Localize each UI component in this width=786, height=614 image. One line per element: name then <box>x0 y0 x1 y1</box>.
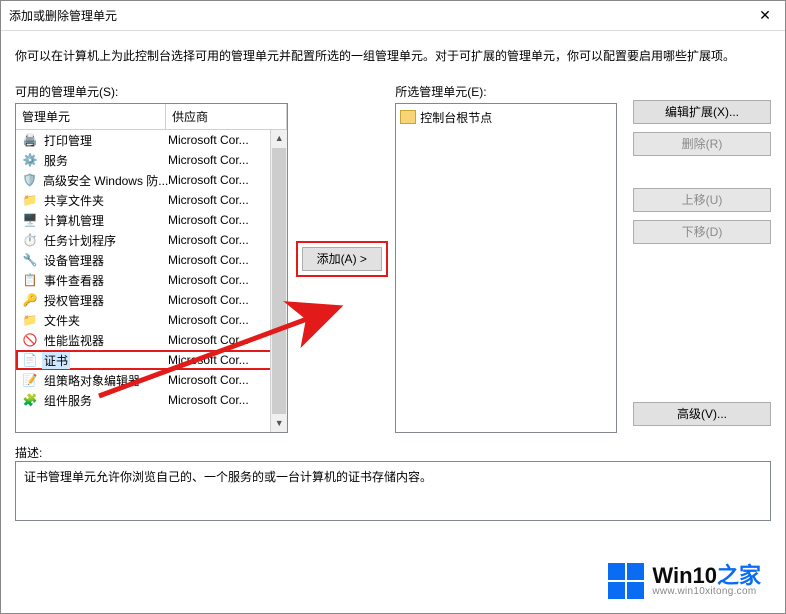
list-item-name: 服务 <box>42 152 70 169</box>
folder-icon: 📁 <box>22 192 38 208</box>
list-item-vendor: Microsoft Cor... <box>168 193 285 207</box>
cert-icon: 📄 <box>22 352 38 368</box>
selected-treeview[interactable]: 控制台根节点 <box>395 103 617 433</box>
gear-icon: ⚙️ <box>22 152 38 168</box>
list-item-vendor: Microsoft Cor... <box>168 233 285 247</box>
list-item[interactable]: 🔑授权管理器 Microsoft Cor... <box>16 290 287 310</box>
list-item[interactable]: 🛡️高级安全 Windows 防...Microsoft Cor... <box>16 170 287 190</box>
available-label: 可用的管理单元(S): <box>15 83 288 100</box>
comp-icon: 🧩 <box>22 392 38 408</box>
tree-root-label: 控制台根节点 <box>420 109 492 126</box>
scroll-up-icon[interactable]: ▲ <box>271 130 287 147</box>
instruction-text: 你可以在计算机上为此控制台选择可用的管理单元并配置所选的一组管理单元。对于可扩展… <box>15 47 771 65</box>
list-item[interactable]: 📄证书 Microsoft Cor... <box>16 350 287 370</box>
close-icon: ✕ <box>759 7 771 24</box>
add-button[interactable]: 添加(A) > <box>302 247 382 271</box>
list-item[interactable]: 🔧设备管理器 Microsoft Cor... <box>16 250 287 270</box>
list-item-vendor: Microsoft Cor... <box>168 373 285 387</box>
scrollbar[interactable]: ▲ ▼ <box>270 130 287 432</box>
close-button[interactable]: ✕ <box>745 1 785 30</box>
perf-icon: 🚫 <box>22 332 38 348</box>
list-item-name: 高级安全 Windows 防... <box>41 172 168 189</box>
move-down-button[interactable]: 下移(D) <box>633 220 771 244</box>
list-item-name: 打印管理 <box>42 132 94 149</box>
list-item-vendor: Microsoft Cor... <box>168 313 285 327</box>
list-item[interactable]: 🖥️计算机管理 Microsoft Cor... <box>16 210 287 230</box>
list-item-vendor: Microsoft Cor... <box>168 353 285 367</box>
list-item-name: 事件查看器 <box>42 272 106 289</box>
window-title: 添加或删除管理单元 <box>9 7 745 24</box>
scroll-down-icon[interactable]: ▼ <box>271 415 287 432</box>
col-vendor[interactable]: 供应商 <box>166 104 287 129</box>
pc-icon: 🖥️ <box>22 212 38 228</box>
list-item[interactable]: 📝组策略对象编辑器 Microsoft Cor... <box>16 370 287 390</box>
list-item-vendor: Microsoft Cor... <box>168 333 285 347</box>
list-item-name: 组策略对象编辑器 <box>42 372 142 389</box>
move-up-button[interactable]: 上移(U) <box>633 188 771 212</box>
watermark-url: www.win10xitong.com <box>652 587 761 598</box>
list-item[interactable]: ⚙️服务 Microsoft Cor... <box>16 150 287 170</box>
titlebar: 添加或删除管理单元 ✕ <box>1 1 785 31</box>
list-item-name: 授权管理器 <box>42 292 106 309</box>
selected-label: 所选管理单元(E): <box>395 83 617 100</box>
advanced-button[interactable]: 高级(V)... <box>633 402 771 426</box>
list-item-name: 性能监视器 <box>42 332 106 349</box>
list-item-vendor: Microsoft Cor... <box>168 273 285 287</box>
watermark-logo-icon <box>608 563 644 599</box>
list-item[interactable]: 🚫性能监视器 Microsoft Cor... <box>16 330 287 350</box>
description-text: 证书管理单元允许你浏览自己的、一个服务的或一台计算机的证书存储内容。 <box>24 470 432 484</box>
printer-icon: 🖨️ <box>22 132 38 148</box>
clock-icon: ⏱️ <box>22 232 38 248</box>
list-item-vendor: Microsoft Cor... <box>168 173 285 187</box>
auth-icon: 🔑 <box>22 292 38 308</box>
list-item[interactable]: 🖨️打印管理 Microsoft Cor... <box>16 130 287 150</box>
list-item[interactable]: 🧩组件服务 Microsoft Cor... <box>16 390 287 410</box>
gpedit-icon: 📝 <box>22 372 38 388</box>
edit-extensions-button[interactable]: 编辑扩展(X)... <box>633 100 771 124</box>
list-item-name: 文件夹 <box>42 312 82 329</box>
list-item-name: 设备管理器 <box>42 252 106 269</box>
col-name[interactable]: 管理单元 <box>16 104 166 129</box>
tree-root[interactable]: 控制台根节点 <box>400 108 612 126</box>
list-item-vendor: Microsoft Cor... <box>168 133 285 147</box>
watermark: Win10之家 www.win10xitong.com <box>608 563 761 599</box>
list-item-vendor: Microsoft Cor... <box>168 153 285 167</box>
lv-header: 管理单元 供应商 <box>16 104 287 130</box>
list-item-name: 共享文件夹 <box>42 192 106 209</box>
watermark-brand-post: 之家 <box>717 563 761 588</box>
add-button-label: 添加(A) > <box>317 252 367 266</box>
list-item-vendor: Microsoft Cor... <box>168 213 285 227</box>
description-label: 描述: <box>15 444 771 461</box>
list-item[interactable]: 📁共享文件夹 Microsoft Cor... <box>16 190 287 210</box>
list-item[interactable]: ⏱️任务计划程序 Microsoft Cor... <box>16 230 287 250</box>
list-item[interactable]: 📋事件查看器 Microsoft Cor... <box>16 270 287 290</box>
folder-icon <box>400 110 416 124</box>
watermark-brand-pre: Win10 <box>652 563 717 588</box>
list-item-vendor: Microsoft Cor... <box>168 253 285 267</box>
list-item-vendor: Microsoft Cor... <box>168 293 285 307</box>
event-icon: 📋 <box>22 272 38 288</box>
description-box: 证书管理单元允许你浏览自己的、一个服务的或一台计算机的证书存储内容。 <box>15 461 771 521</box>
list-item-name: 证书 <box>42 352 70 369</box>
folder-icon: 📁 <box>22 312 38 328</box>
list-item-vendor: Microsoft Cor... <box>168 393 285 407</box>
list-item-name: 组件服务 <box>42 392 94 409</box>
list-item-name: 任务计划程序 <box>42 232 118 249</box>
shield-icon: 🛡️ <box>22 172 37 188</box>
available-listview[interactable]: 管理单元 供应商 ▲ ▼ 🖨️打印管理 Microsoft Cor... ⚙️服务 M… <box>15 103 288 433</box>
scroll-thumb[interactable] <box>272 148 286 414</box>
remove-button[interactable]: 删除(R) <box>633 132 771 156</box>
list-item-name: 计算机管理 <box>42 212 106 229</box>
list-item[interactable]: 📁文件夹 Microsoft Cor... <box>16 310 287 330</box>
device-icon: 🔧 <box>22 252 38 268</box>
